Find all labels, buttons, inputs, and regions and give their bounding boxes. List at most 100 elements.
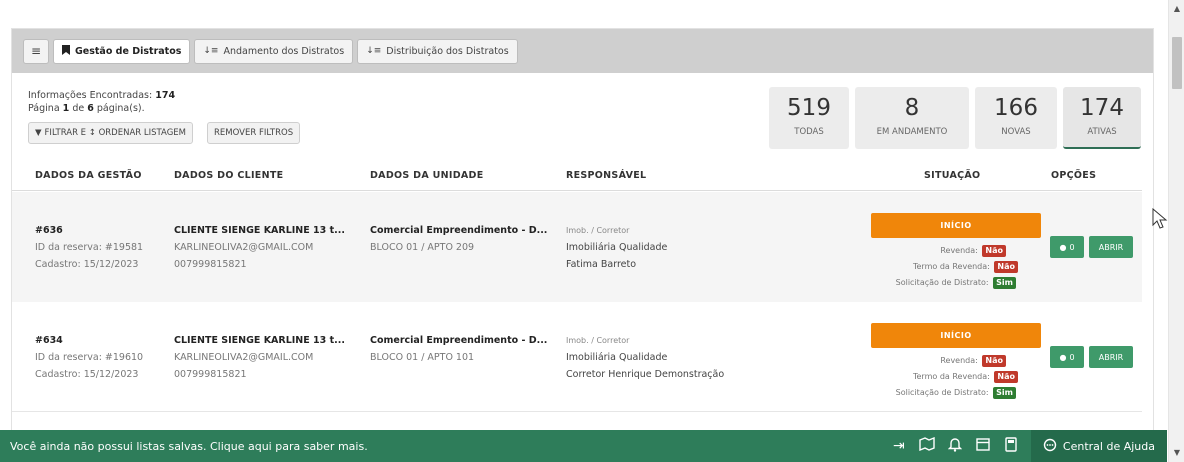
unit-detail: BLOCO 01 / APTO 101 [370, 352, 475, 363]
stat-em-andamento[interactable]: 8 EM ANDAMENTO [855, 87, 969, 149]
comments-button[interactable]: ● 0 [1050, 236, 1084, 258]
chat-icon [1043, 438, 1057, 455]
stat-ativas[interactable]: 174 ATIVAS [1063, 87, 1141, 149]
revenda-label: Revenda: [940, 356, 978, 365]
comments-button[interactable]: ● 0 [1050, 346, 1084, 368]
termo-label: Termo da Revenda: [912, 262, 990, 271]
bookmark-icon [62, 44, 70, 58]
page-total: 6 [87, 103, 94, 114]
filter-sort-button[interactable]: ▼ FILTRAR E ↕ ORDENAR LISTAGEM [28, 122, 194, 144]
comments-count: 0 [1069, 352, 1075, 362]
termo-line: Termo da Revenda: Não [913, 261, 1018, 273]
calendar-icon[interactable] [969, 437, 997, 455]
solicitacao-label: Solicitação de Distrato: [895, 278, 989, 287]
unit-name: Comercial Empreendimento - D... [370, 225, 548, 236]
found-label: Informações Encontradas: [28, 90, 153, 101]
gestao-cell: #634 ID da reserva: #19610 Cadastro: 15/… [35, 332, 143, 383]
solicitacao-badge: Sim [993, 387, 1016, 399]
saved-lists-message[interactable]: Você ainda não possui listas salvas. Cli… [0, 440, 885, 453]
page-prefix: Página [28, 103, 60, 114]
revenda-line: Revenda: Não [940, 245, 1006, 257]
sort-icon: ↓≡ [366, 46, 382, 56]
page-scrollbar[interactable]: ▲ ▼ [1168, 0, 1184, 462]
resp-person: Fatima Barreto [566, 259, 637, 270]
menu-button[interactable]: ≡ [23, 38, 49, 64]
scroll-up-icon[interactable]: ▲ [1169, 2, 1184, 16]
map-icon[interactable] [913, 436, 941, 455]
help-center-button[interactable]: Central de Ajuda [1030, 430, 1167, 462]
tab-label: Gestão de Distratos [75, 45, 182, 57]
filter-label: FILTRAR E ↕ ORDENAR LISTAGEM [44, 128, 187, 138]
tab-label: Andamento dos Distratos [223, 45, 345, 57]
tab-label: Distribuição dos Distratos [386, 45, 509, 57]
client-email: KARLINEOLIVA2@GMAIL.COM [174, 352, 314, 363]
comments-icon: ● [1059, 352, 1067, 362]
column-header: OPÇÕES [1051, 170, 1097, 181]
tab-gestao[interactable]: Gestão de Distratos [53, 38, 191, 64]
calculator-icon[interactable] [997, 436, 1025, 456]
mouse-cursor-icon [1152, 207, 1168, 230]
collapse-icon[interactable]: ⇥ [885, 438, 913, 454]
column-header: DADOS DA UNIDADE [370, 170, 484, 181]
table-row[interactable]: #636 ID da reserva: #19581 Cadastro: 15/… [12, 192, 1142, 302]
comments-count: 0 [1069, 242, 1075, 252]
cadastro-date: Cadastro: 15/12/2023 [35, 259, 139, 270]
responsavel-cell: Imob. / Corretor Imobiliária Qualidade F… [566, 222, 667, 273]
remove-filters-button[interactable]: REMOVER FILTROS [207, 122, 301, 144]
termo-badge: Não [994, 371, 1018, 383]
status-badge: INÍCIO [871, 213, 1041, 238]
termo-badge: Não [994, 261, 1018, 273]
resp-role: Imob. / Corretor [566, 336, 630, 345]
termo-label: Termo da Revenda: [912, 372, 990, 381]
revenda-line: Revenda: Não [940, 355, 1006, 367]
client-name: CLIENTE SIENGE KARLINE 13 t... [174, 335, 345, 346]
found-count: 174 [155, 90, 176, 101]
bell-icon[interactable] [941, 437, 969, 456]
solicitacao-line: Solicitação de Distrato: Sim [896, 387, 1016, 399]
open-button[interactable]: ABRIR [1089, 236, 1133, 258]
menu-icon: ≡ [30, 44, 42, 58]
status-badge: INÍCIO [871, 323, 1041, 348]
page-current: 1 [62, 103, 70, 114]
column-header: DADOS DO CLIENTE [174, 170, 284, 181]
solicitacao-badge: Sim [993, 277, 1016, 289]
revenda-badge: Não [982, 355, 1006, 367]
gestao-id: #634 [35, 335, 63, 346]
open-button[interactable]: ABRIR [1089, 346, 1133, 368]
unit-detail: BLOCO 01 / APTO 209 [370, 242, 475, 253]
stat-label: TODAS [794, 127, 824, 137]
tab-andamento[interactable]: ↓≡ Andamento dos Distratos [194, 38, 354, 64]
tab-distribuicao[interactable]: ↓≡ Distribuição dos Distratos [357, 38, 518, 64]
scroll-down-icon[interactable]: ▼ [1169, 446, 1184, 460]
stat-value: 519 [787, 95, 831, 121]
page-suffix: página(s). [96, 103, 145, 114]
help-center-label: Central de Ajuda [1062, 439, 1155, 453]
unit-name: Comercial Empreendimento - D... [370, 335, 548, 346]
stat-value: 174 [1080, 95, 1124, 121]
responsavel-cell: Imob. / Corretor Imobiliária Qualidade C… [566, 332, 724, 383]
scrollbar-thumb[interactable] [1172, 37, 1182, 89]
stat-todas[interactable]: 519 TODAS [769, 87, 849, 149]
cadastro-date: Cadastro: 15/12/2023 [35, 369, 139, 380]
column-header: RESPONSÁVEL [566, 170, 647, 181]
stat-label: ATIVAS [1087, 127, 1117, 137]
resp-company: Imobiliária Qualidade [566, 352, 668, 363]
results-info: Informações Encontradas: 174 Página 1 de… [28, 89, 175, 115]
column-header: DADOS DA GESTÃO [35, 170, 142, 181]
client-phone: 007999815821 [174, 369, 247, 380]
gestao-id: #636 [35, 225, 63, 236]
filter-icon: ▼ [35, 128, 42, 138]
stat-novas[interactable]: 166 NOVAS [975, 87, 1057, 149]
column-header: SITUAÇÃO [924, 170, 981, 181]
tab-bar: ≡ Gestão de Distratos ↓≡ Andamento dos D… [12, 29, 1153, 73]
unidade-cell: Comercial Empreendimento - D... BLOCO 01… [370, 332, 547, 366]
resp-role: Imob. / Corretor [566, 226, 630, 235]
termo-line: Termo da Revenda: Não [913, 371, 1018, 383]
revenda-label: Revenda: [940, 246, 978, 255]
table-row[interactable]: #634 ID da reserva: #19610 Cadastro: 15/… [12, 302, 1142, 412]
client-phone: 007999815821 [174, 259, 247, 270]
comments-icon: ● [1059, 242, 1067, 252]
cliente-cell: CLIENTE SIENGE KARLINE 13 t... KARLINEOL… [174, 222, 345, 273]
solicitacao-label: Solicitação de Distrato: [895, 388, 989, 397]
client-email: KARLINEOLIVA2@GMAIL.COM [174, 242, 314, 253]
